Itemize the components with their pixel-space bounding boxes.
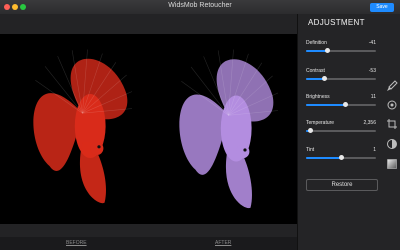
save-button[interactable]: Save bbox=[370, 3, 394, 12]
preview-canvas bbox=[0, 14, 297, 237]
brush-icon[interactable] bbox=[386, 80, 398, 92]
adjust-icon[interactable] bbox=[386, 138, 398, 150]
definition-slider[interactable] bbox=[306, 48, 376, 53]
contrast-slider[interactable] bbox=[306, 76, 376, 81]
restore-button[interactable]: Restore bbox=[306, 179, 378, 191]
lens-icon[interactable] bbox=[386, 99, 398, 111]
brightness-slider[interactable] bbox=[306, 102, 376, 107]
after-label[interactable]: AFTER bbox=[215, 240, 231, 246]
adjustment-panel: ADJUSTMENT Definition -41 Contrast -53 B… bbox=[297, 14, 400, 250]
tint-value: 1 bbox=[373, 147, 376, 153]
tint-slider[interactable] bbox=[306, 155, 376, 160]
contrast-label: Contrast bbox=[306, 68, 325, 74]
brightness-slider-fill bbox=[306, 104, 345, 106]
crop-icon[interactable] bbox=[386, 118, 398, 130]
definition-slider-knob[interactable] bbox=[325, 48, 330, 53]
app-window: WidsMob Retoucher Save BEFORE AFTER ADJU… bbox=[0, 0, 400, 250]
temperature-slider-knob[interactable] bbox=[308, 128, 314, 133]
after-image bbox=[179, 49, 278, 209]
temperature-slider[interactable] bbox=[306, 128, 376, 133]
title-bar: WidsMob Retoucher Save bbox=[0, 0, 400, 15]
definition-value: -41 bbox=[368, 40, 376, 46]
contrast-value: -53 bbox=[368, 68, 376, 74]
tint-label: Tint bbox=[306, 147, 315, 153]
temperature-label: Temperature bbox=[306, 120, 335, 126]
contrast-slider-fill bbox=[306, 78, 324, 80]
tint-slider-knob[interactable] bbox=[339, 155, 344, 160]
compare-bar: BEFORE AFTER bbox=[0, 237, 297, 250]
before-image bbox=[33, 49, 132, 204]
brightness-label: Brightness bbox=[306, 94, 330, 100]
tint-slider-fill bbox=[306, 157, 341, 159]
window-title: WidsMob Retoucher bbox=[168, 2, 232, 9]
contrast-slider-knob[interactable] bbox=[321, 76, 327, 81]
gradient-icon[interactable] bbox=[386, 158, 398, 170]
panel-title: ADJUSTMENT bbox=[308, 18, 365, 27]
before-label[interactable]: BEFORE bbox=[66, 240, 87, 246]
brightness-value: 11 bbox=[370, 94, 376, 100]
comparison-image bbox=[0, 34, 297, 224]
definition-slider-fill bbox=[306, 50, 327, 52]
temperature-value: 2,356 bbox=[363, 120, 376, 126]
brightness-slider-knob[interactable] bbox=[342, 102, 348, 107]
definition-label: Definition bbox=[306, 40, 327, 46]
